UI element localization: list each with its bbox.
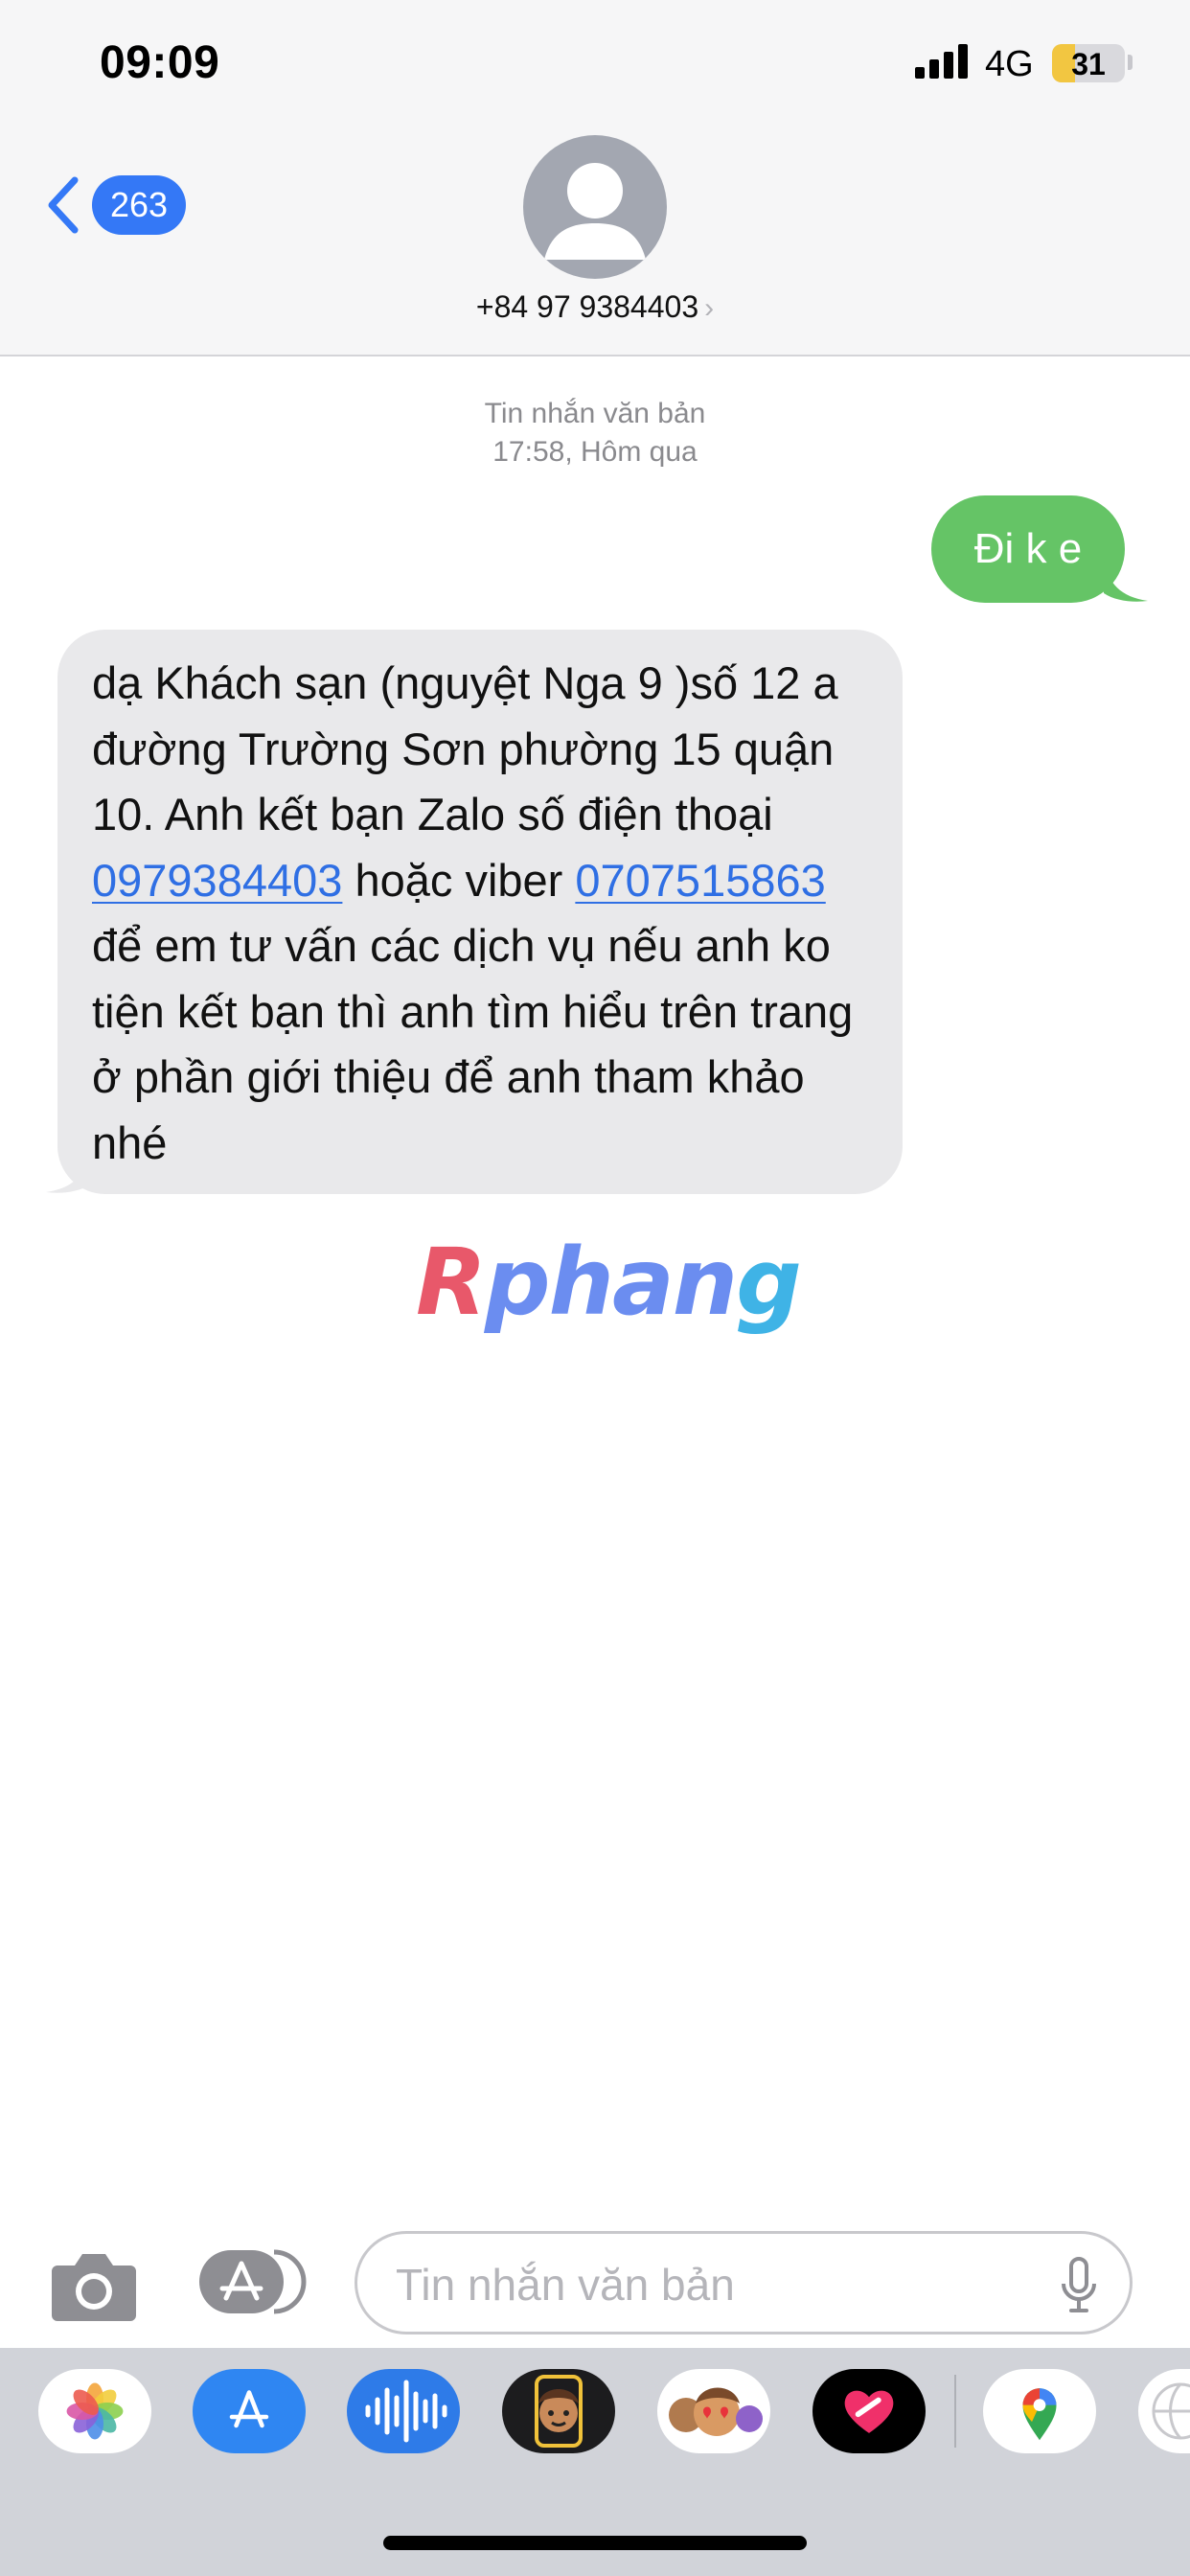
microphone-icon[interactable]: [1060, 2257, 1098, 2314]
watermark-logo: Rphang: [416, 1229, 802, 1336]
incoming-bubble-tail: [46, 1150, 90, 1193]
memoji-icon[interactable]: [502, 2369, 615, 2453]
contact-number: +84 97 9384403: [475, 289, 699, 324]
memoji-stickers-icon[interactable]: [657, 2369, 770, 2453]
contact-avatar[interactable]: [523, 135, 667, 279]
battery-percentage: 31: [1071, 47, 1106, 81]
photos-icon[interactable]: [38, 2369, 151, 2453]
incoming-message-text: hoặc viber: [342, 854, 576, 906]
camera-icon[interactable]: [50, 2246, 138, 2323]
signal-icon: [915, 44, 969, 79]
battery-cap: [1128, 55, 1133, 70]
outgoing-message-bubble[interactable]: Đi k e: [931, 495, 1125, 603]
outgoing-bubble-tail: [1104, 559, 1148, 602]
app-store-icon[interactable]: [193, 2369, 306, 2453]
incoming-message-text: dạ Khách sạn (nguyệt Nga 9 )số 12 a đườn…: [92, 657, 838, 840]
incoming-message-bubble[interactable]: dạ Khách sạn (nguyệt Nga 9 )số 12 a đườn…: [57, 630, 903, 1194]
contact-chevron-icon: ›: [704, 292, 715, 324]
digital-touch-icon[interactable]: [812, 2369, 926, 2453]
network-type: 4G: [985, 44, 1034, 84]
back-button[interactable]: 263: [44, 174, 186, 236]
incoming-message-text: để em tư vấn các dịch vụ nếu anh ko tiện…: [92, 920, 854, 1168]
conversation-header: 09:09 4G 31 263 +84 97 9384403 ›: [0, 0, 1190, 356]
phone-link-viber[interactable]: 0707515863: [575, 855, 825, 906]
message-input-placeholder: Tin nhắn văn bản: [396, 2260, 735, 2310]
message-type-label: Tin nhắn văn bản: [484, 398, 706, 429]
message-timestamp: 17:58, Hôm qua: [492, 436, 698, 468]
audio-message-icon[interactable]: [347, 2369, 460, 2453]
app-drawer-divider: [954, 2375, 956, 2448]
person-silhouette-icon: [544, 163, 646, 260]
contact-name[interactable]: +84 97 9384403 ›: [0, 289, 1190, 325]
google-maps-icon[interactable]: [983, 2369, 1096, 2453]
unread-count-badge: 263: [92, 175, 186, 235]
outgoing-message-text: Đi k e: [973, 525, 1083, 572]
message-meta: Tin nhắn văn bản 17:58, Hôm qua: [0, 395, 1190, 472]
home-indicator: [383, 2536, 807, 2550]
status-time: 09:09: [100, 37, 220, 88]
phone-link-zalo[interactable]: 0979384403: [92, 855, 342, 906]
battery-icon: 31: [1052, 44, 1125, 82]
chevron-left-icon: [48, 176, 79, 234]
app-store-icon[interactable]: [197, 2248, 307, 2315]
message-input[interactable]: Tin nhắn văn bản: [355, 2231, 1133, 2334]
